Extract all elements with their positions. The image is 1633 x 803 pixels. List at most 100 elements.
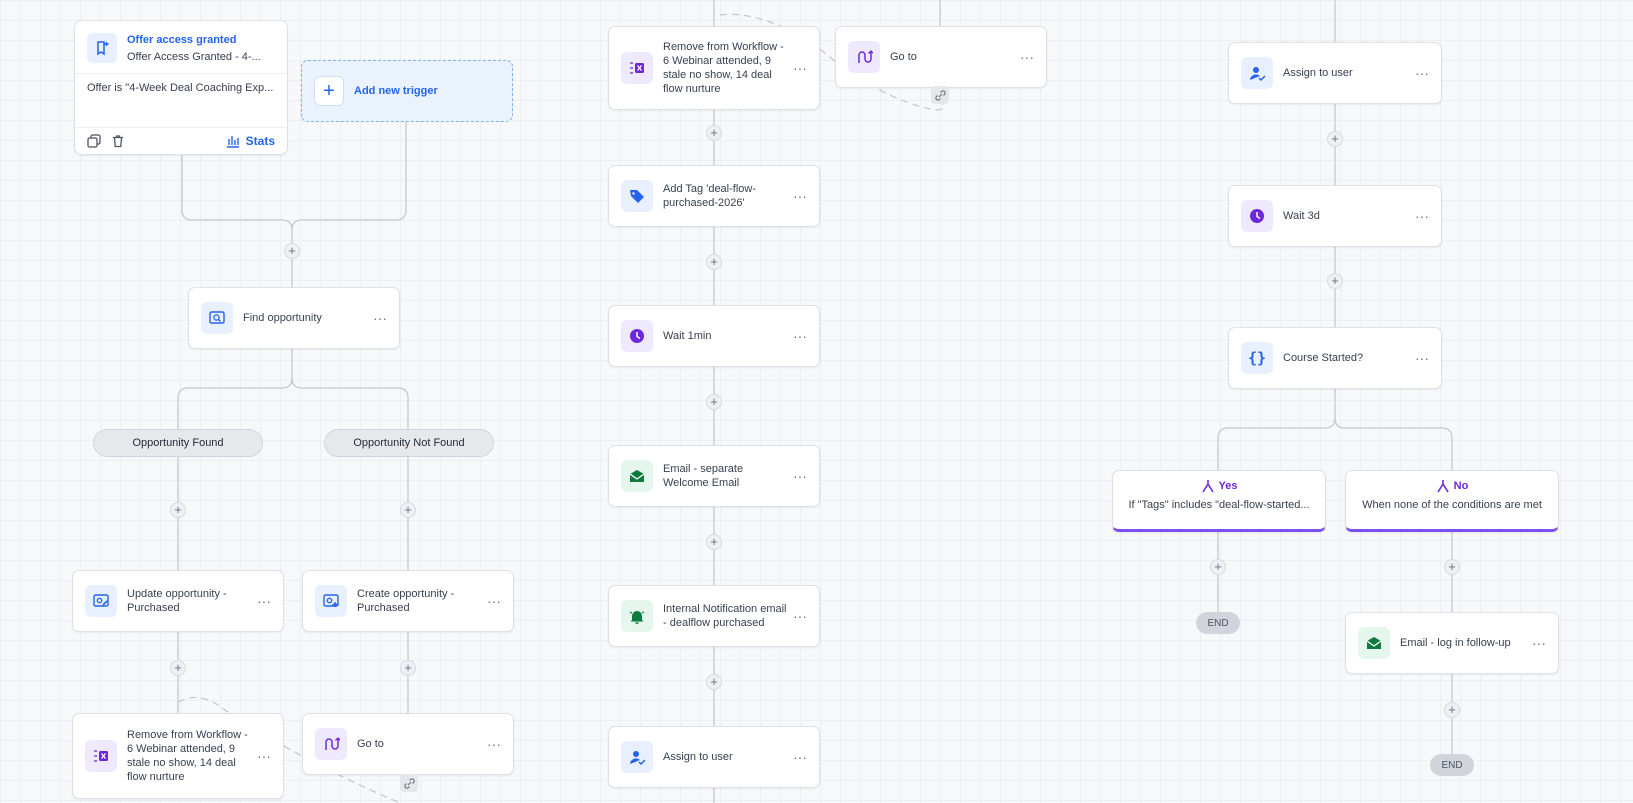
assign-user-label: Assign to user xyxy=(663,751,733,763)
remove-from-workflow-label: Remove from Workflow - 6 Webinar attende… xyxy=(663,41,784,95)
node-menu-button[interactable]: ··· xyxy=(793,469,807,483)
node-menu-button[interactable]: ··· xyxy=(257,594,271,608)
no-description: When none of the conditions are met xyxy=(1362,499,1542,511)
node-menu-button[interactable]: ··· xyxy=(373,311,387,325)
node-menu-button[interactable]: ··· xyxy=(257,749,271,763)
node-menu-button[interactable]: ··· xyxy=(1532,636,1546,650)
internal-notification-label: Internal Notification email - dealflow p… xyxy=(663,603,787,629)
create-opportunity-node[interactable]: Create opportunity - Purchased ··· xyxy=(302,570,514,632)
edit-record-icon xyxy=(85,585,117,617)
branch-fork-icon xyxy=(1436,479,1450,493)
wait-node[interactable]: Wait 1min ··· xyxy=(608,305,820,367)
wait-label: Wait 3d xyxy=(1283,210,1320,222)
copy-icon[interactable] xyxy=(87,134,101,148)
add-step-button[interactable]: + xyxy=(706,674,722,690)
remove-workflow-icon xyxy=(85,740,117,772)
remove-from-workflow-node[interactable]: Remove from Workflow - 6 Webinar attende… xyxy=(72,713,284,799)
add-step-button[interactable]: + xyxy=(284,243,300,259)
assign-user-icon xyxy=(1241,57,1273,89)
add-step-button[interactable]: + xyxy=(170,502,186,518)
internal-notification-node[interactable]: Internal Notification email - dealflow p… xyxy=(608,585,820,647)
yes-description: If "Tags" includes "deal-flow-started... xyxy=(1128,499,1310,511)
node-menu-button[interactable]: ··· xyxy=(487,737,501,751)
email-node[interactable]: Email - separate Welcome Email ··· xyxy=(608,445,820,507)
email-icon xyxy=(1358,627,1390,659)
bookmark-star-icon xyxy=(87,33,117,63)
remove-workflow-icon xyxy=(621,52,653,84)
go-to-node[interactable]: Go to ··· xyxy=(835,26,1047,88)
end-label: END xyxy=(1441,759,1463,771)
assign-user-node[interactable]: Assign to user ··· xyxy=(1228,42,1442,104)
condition-label: Course Started? xyxy=(1283,352,1364,364)
node-menu-button[interactable]: ··· xyxy=(793,609,807,623)
trigger-filter: Offer is "4-Week Deal Coaching Exp... xyxy=(87,82,274,94)
trigger-title: Offer access granted xyxy=(127,34,237,46)
node-menu-button[interactable]: ··· xyxy=(1020,50,1034,64)
update-opportunity-label: Update opportunity - Purchased xyxy=(127,588,227,614)
assign-user-label: Assign to user xyxy=(1283,67,1353,79)
yes-title: Yes xyxy=(1218,480,1238,492)
find-opportunity-label: Find opportunity xyxy=(243,312,322,324)
plus-icon: + xyxy=(314,76,344,106)
add-step-button[interactable]: + xyxy=(1210,559,1226,575)
remove-from-workflow-label: Remove from Workflow - 6 Webinar attende… xyxy=(127,729,248,783)
trash-icon[interactable] xyxy=(111,134,125,148)
stats-label: Stats xyxy=(245,134,275,148)
end-marker: END xyxy=(1430,754,1474,776)
node-menu-button[interactable]: ··· xyxy=(793,189,807,203)
clock-icon xyxy=(1241,200,1273,232)
route-icon xyxy=(315,728,347,760)
no-branch[interactable]: No When none of the conditions are met xyxy=(1345,470,1559,532)
remove-from-workflow-node[interactable]: Remove from Workflow - 6 Webinar attende… xyxy=(608,26,820,110)
add-tag-node[interactable]: Add Tag 'deal-flow-purchased-2026' ··· xyxy=(608,165,820,227)
assign-user-icon xyxy=(621,741,653,773)
opportunity-not-found-branch[interactable]: Opportunity Not Found xyxy=(324,429,494,457)
tag-icon xyxy=(621,180,653,212)
node-menu-button[interactable]: ··· xyxy=(1415,66,1429,80)
clock-icon xyxy=(621,320,653,352)
opportunity-found-branch[interactable]: Opportunity Found xyxy=(93,429,263,457)
wait-node[interactable]: Wait 3d ··· xyxy=(1228,185,1442,247)
bell-icon xyxy=(621,600,653,632)
add-step-button[interactable]: + xyxy=(1327,273,1343,289)
condition-node[interactable]: {} Course Started? ··· xyxy=(1228,327,1442,389)
yes-branch[interactable]: Yes If "Tags" includes "deal-flow-starte… xyxy=(1112,470,1326,532)
update-opportunity-node[interactable]: Update opportunity - Purchased ··· xyxy=(72,570,284,632)
add-record-icon xyxy=(315,585,347,617)
trigger-card[interactable]: Offer access granted Offer Access Grante… xyxy=(74,20,288,155)
add-new-trigger-button[interactable]: + Add new trigger xyxy=(301,60,513,122)
add-step-button[interactable]: + xyxy=(400,502,416,518)
find-opportunity-node[interactable]: Find opportunity ··· xyxy=(188,287,400,349)
add-step-button[interactable]: + xyxy=(1444,559,1460,575)
broken-link-icon[interactable] xyxy=(931,86,949,104)
wait-label: Wait 1min xyxy=(663,330,712,342)
node-menu-button[interactable]: ··· xyxy=(1415,209,1429,223)
add-step-button[interactable]: + xyxy=(1327,131,1343,147)
email-icon xyxy=(621,460,653,492)
end-marker: END xyxy=(1196,612,1240,634)
search-record-icon xyxy=(201,302,233,334)
add-step-button[interactable]: + xyxy=(1444,702,1460,718)
node-menu-button[interactable]: ··· xyxy=(487,594,501,608)
assign-user-node[interactable]: Assign to user ··· xyxy=(608,726,820,788)
branch-label: Opportunity Found xyxy=(132,437,224,449)
add-step-button[interactable]: + xyxy=(706,254,722,270)
broken-link-icon[interactable] xyxy=(400,774,418,792)
node-menu-button[interactable]: ··· xyxy=(1415,351,1429,365)
braces-icon: {} xyxy=(1241,342,1273,374)
email-node[interactable]: Email - log in follow-up ··· xyxy=(1345,612,1559,674)
add-step-button[interactable]: + xyxy=(170,660,186,676)
stats-button[interactable]: Stats xyxy=(226,134,275,148)
add-step-button[interactable]: + xyxy=(706,394,722,410)
node-menu-button[interactable]: ··· xyxy=(793,329,807,343)
create-opportunity-label: Create opportunity - Purchased xyxy=(357,588,455,614)
go-to-node[interactable]: Go to ··· xyxy=(302,713,514,775)
add-step-button[interactable]: + xyxy=(706,534,722,550)
node-menu-button[interactable]: ··· xyxy=(793,750,807,764)
no-title: No xyxy=(1453,480,1469,492)
go-to-label: Go to xyxy=(890,51,917,63)
add-step-button[interactable]: + xyxy=(706,125,722,141)
node-menu-button[interactable]: ··· xyxy=(793,61,807,75)
add-step-button[interactable]: + xyxy=(400,660,416,676)
trigger-subtitle: Offer Access Granted - 4-... xyxy=(127,51,261,63)
